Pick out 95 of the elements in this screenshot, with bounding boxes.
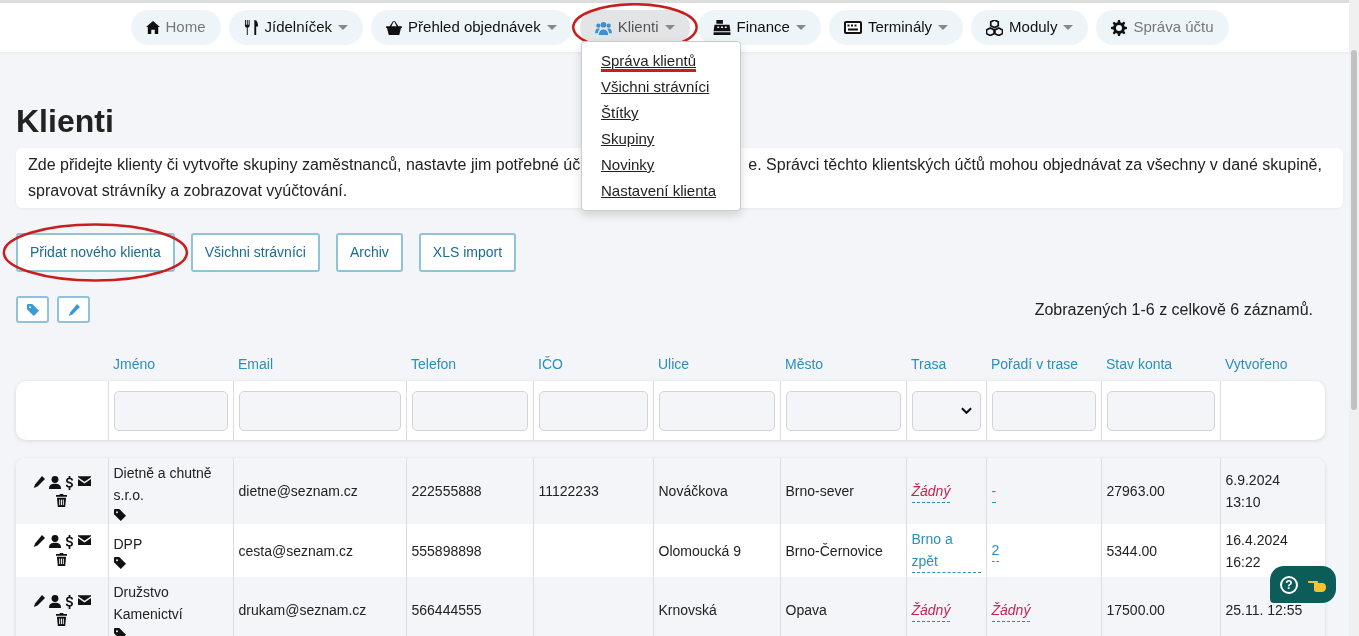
nav-item[interactable]: Home xyxy=(130,10,221,45)
envelope-icon xyxy=(77,594,91,605)
table-cell: dietne@seznam.cz xyxy=(238,483,358,500)
nav-item[interactable]: Jídelníček xyxy=(228,10,364,45)
filter-field[interactable] xyxy=(113,390,228,431)
filter-field[interactable] xyxy=(785,390,901,431)
action-button[interactable]: XLS import xyxy=(418,233,517,273)
tag-icon xyxy=(113,627,126,636)
filter-field[interactable] xyxy=(1106,390,1215,431)
filter-field[interactable] xyxy=(991,390,1096,431)
caret-icon xyxy=(795,25,806,30)
tag-icon xyxy=(26,303,39,316)
filter-field[interactable] xyxy=(411,390,528,431)
menu-item[interactable]: Novinky xyxy=(582,152,740,178)
edit-button[interactable] xyxy=(57,296,90,324)
help-icon: ? xyxy=(1280,575,1298,594)
column-header[interactable]: Ulice xyxy=(658,356,690,373)
caret-icon xyxy=(338,25,349,30)
editable-link[interactable]: Brno a zpět xyxy=(911,528,981,574)
caret-icon xyxy=(1063,25,1074,30)
column-header[interactable]: Vytvořeno xyxy=(1225,356,1288,373)
nav-item[interactable]: Moduly xyxy=(971,10,1089,45)
nav-item[interactable]: Finance xyxy=(697,10,821,45)
cubes-icon xyxy=(986,19,1004,36)
pencil-icon xyxy=(67,303,80,316)
page-title: Klienti xyxy=(16,102,114,141)
table-cell: 11122233 xyxy=(538,483,599,500)
cash-register-icon xyxy=(712,20,731,35)
table-cell: 222555888 xyxy=(411,483,482,500)
envelope-icon xyxy=(77,475,91,486)
table-cell: 5344.00 xyxy=(1106,542,1158,559)
table-cell: 566444555 xyxy=(411,602,482,619)
column-header[interactable]: Město xyxy=(785,356,824,373)
client-name: DPP xyxy=(113,534,144,554)
tag-icon xyxy=(113,508,126,521)
intro-text: e. Správci těchto klientských účtů mohou objednávat za všechny v dané skupině, xyxy=(748,156,1322,174)
column-header[interactable]: Email xyxy=(238,356,273,373)
envelope-icon xyxy=(77,535,91,546)
action-button[interactable]: Všichni strávníci xyxy=(190,233,320,273)
home-icon xyxy=(145,21,160,34)
client-name: Dietně a chutně s.r.o. xyxy=(113,464,213,506)
column-header[interactable]: Stav konta xyxy=(1106,356,1173,373)
record-count: Zobrazených 1-6 z celkově 6 záznamů. xyxy=(1034,299,1313,320)
client-name: Družstvo Kamenictví xyxy=(113,583,184,625)
users-icon xyxy=(594,20,612,35)
scrollbar-thumb[interactable] xyxy=(1351,50,1357,410)
table-cell: Brno-Černovice xyxy=(785,542,883,559)
nav-item[interactable]: Správa účtu xyxy=(1096,10,1229,45)
intro-text: Zde přidejte klienty či vytvořte skupiny zaměstnanců, nastavte jim potřebné úč xyxy=(28,156,581,174)
table-cell: Brno-sever xyxy=(785,483,854,500)
column-header[interactable]: Pořadí v trase xyxy=(991,356,1079,373)
menu-item[interactable]: Štítky xyxy=(582,100,740,126)
table-cell-text: 6.9.2024 13:10 xyxy=(1225,471,1281,513)
tag-button[interactable] xyxy=(16,296,49,324)
column-header[interactable]: Trasa xyxy=(911,356,947,373)
filter-field[interactable] xyxy=(538,390,648,431)
menu-item[interactable]: Všichni strávníci xyxy=(582,74,740,100)
caret-icon xyxy=(938,25,949,30)
column-header[interactable]: Telefon xyxy=(411,356,457,373)
column-header[interactable]: Jméno xyxy=(113,356,156,373)
editable-link[interactable]: Žádný xyxy=(911,479,951,503)
editable-link[interactable]: 2 xyxy=(991,539,1000,563)
filter-field[interactable] xyxy=(658,390,775,431)
table-cell: Opava xyxy=(785,602,827,619)
scrollbar[interactable] xyxy=(1349,0,1359,636)
help-button[interactable]: ? xyxy=(1270,566,1336,603)
menu-item[interactable]: Skupiny xyxy=(582,126,740,152)
nav-item[interactable]: Terminály xyxy=(828,10,964,45)
table-cell: 17500.00 xyxy=(1106,602,1165,619)
column-header[interactable]: IČO xyxy=(538,356,563,373)
caret-icon xyxy=(546,25,557,30)
tag-icon xyxy=(113,557,126,570)
caret-icon xyxy=(664,25,675,30)
table-cell: 555898898 xyxy=(411,542,482,559)
editable-link[interactable]: - xyxy=(991,479,997,503)
menu-item[interactable]: Správa klientů xyxy=(582,48,740,74)
action-button[interactable]: Přidat nového klienta xyxy=(16,233,175,273)
chevron-down-icon xyxy=(960,406,972,415)
table-cell: cesta@seznam.cz xyxy=(238,542,354,559)
table-cell: 27963.00 xyxy=(1106,483,1165,500)
fork-knife-icon xyxy=(243,20,259,35)
intro-text: spravovat strávníky a zobrazovat vyúčtování. xyxy=(28,182,348,200)
filter-field[interactable] xyxy=(238,390,401,431)
keyboard-icon xyxy=(843,21,862,34)
gear-icon xyxy=(1111,19,1128,36)
action-button[interactable]: Archiv xyxy=(335,233,403,273)
table-cell: Nováčkova xyxy=(658,483,728,500)
editable-link[interactable]: Žádný xyxy=(991,598,1031,622)
table-cell: Krnovská xyxy=(658,602,717,619)
basket-icon xyxy=(386,20,403,35)
nav-item[interactable]: Přehled objednávek xyxy=(371,10,572,45)
menu-item[interactable]: Nastavení klienta xyxy=(582,178,740,204)
table-cell-text: 25.11. 12:55 xyxy=(1225,601,1304,621)
table-cell: drukam@seznam.cz xyxy=(238,602,367,619)
table-cell: Olomoucká 9 xyxy=(658,542,741,559)
